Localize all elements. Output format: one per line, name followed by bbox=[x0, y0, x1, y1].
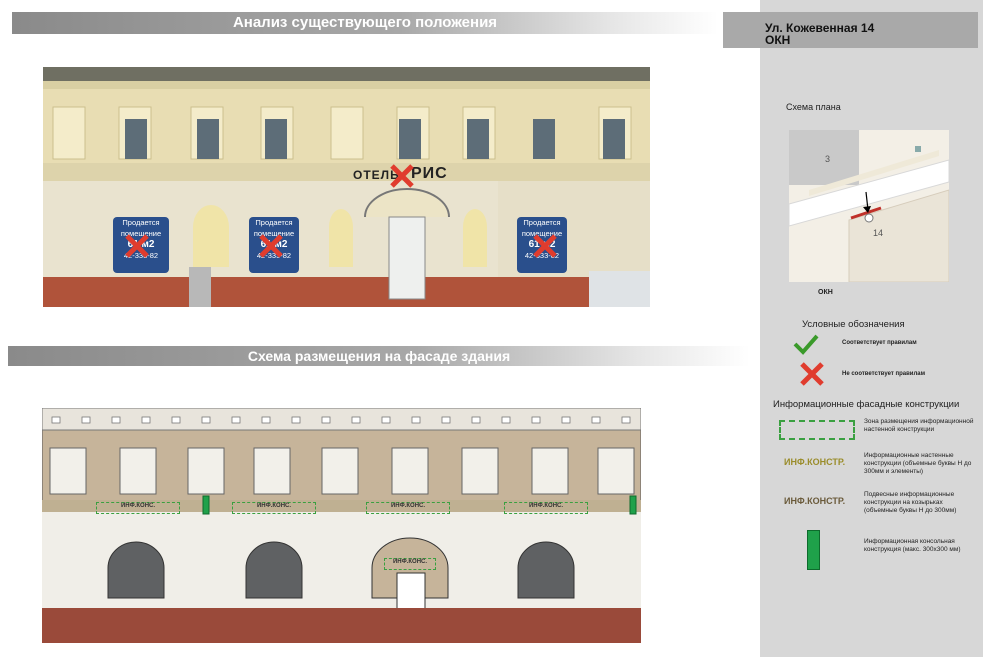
facade-scheme-banner: Схема размещения на фасаде здания bbox=[8, 346, 750, 366]
facade-scheme-title: Схема размещения на фасаде здания bbox=[247, 348, 511, 364]
poster-line: Продается bbox=[255, 218, 293, 227]
wall-sign-desc: Информационные настенные конструкции (об… bbox=[864, 452, 972, 475]
plan-number-3: 3 bbox=[825, 154, 830, 164]
okn-marker bbox=[864, 213, 874, 223]
plan-map: 3 14 bbox=[789, 130, 949, 282]
building-3 bbox=[789, 130, 859, 185]
legend-bad-text: Не соответствует правилам bbox=[842, 371, 926, 377]
okn-label: ОКН bbox=[818, 289, 833, 296]
poi-icon bbox=[915, 146, 921, 152]
console-desc: Информационная консольная конструкция (м… bbox=[864, 538, 961, 553]
poster-line: Продается bbox=[523, 218, 561, 227]
zone-swatch bbox=[779, 420, 855, 440]
analysis-title: Анализ существующего положения bbox=[232, 14, 498, 31]
facade-overlay: ИНФ.КОНС. ИНФ.КОНС. ИНФ.КОНС. ИНФ.КОНС. … bbox=[42, 408, 641, 643]
cross-icon bbox=[390, 164, 414, 188]
zone-desc: Зона размещения информационной настенной… bbox=[864, 418, 974, 433]
facade-legend-title: Информационные фасадные конструкции bbox=[773, 399, 960, 410]
legend-title: Условные обозначения bbox=[802, 319, 905, 330]
sign-zone: ИНФ.КОНС. bbox=[232, 502, 316, 514]
legend-ok-text: Соответствует правилам bbox=[842, 340, 917, 346]
cross-icon bbox=[800, 362, 824, 386]
wall-sign-swatch: ИНФ.КОНСТР. bbox=[784, 457, 846, 467]
cross-icon bbox=[533, 234, 557, 258]
address-header: Ул. Кожевенная 14 ОКН bbox=[723, 12, 978, 48]
canopy-sign-desc: Подвесные информационные конструкции на … bbox=[864, 491, 957, 514]
plan-number-14: 14 bbox=[873, 228, 883, 238]
sign-zone: ИНФ.КОНС. bbox=[96, 502, 180, 514]
console-swatch bbox=[807, 530, 820, 570]
sign-zone: ИНФ.КОНС. bbox=[504, 502, 588, 514]
cross-icon bbox=[259, 234, 283, 258]
cross-icon bbox=[125, 234, 149, 258]
arch-sign-zone: ИНФ.КОНС. bbox=[384, 558, 436, 570]
poster-line: Продается bbox=[122, 218, 160, 227]
photo-overlay: ОТЕЛЬ РИС Продается помещение 61 м2 42-3… bbox=[43, 67, 650, 307]
analysis-banner: Анализ существующего положения bbox=[12, 12, 718, 34]
check-icon bbox=[793, 334, 819, 355]
canopy-sign-swatch: ИНФ.КОНСТР. bbox=[784, 496, 846, 506]
address-line2: ОКН bbox=[765, 33, 791, 47]
hotel-sign-right: РИС bbox=[411, 165, 448, 182]
sign-zone: ИНФ.КОНС. bbox=[366, 502, 450, 514]
plan-label: Схема плана bbox=[786, 102, 841, 112]
